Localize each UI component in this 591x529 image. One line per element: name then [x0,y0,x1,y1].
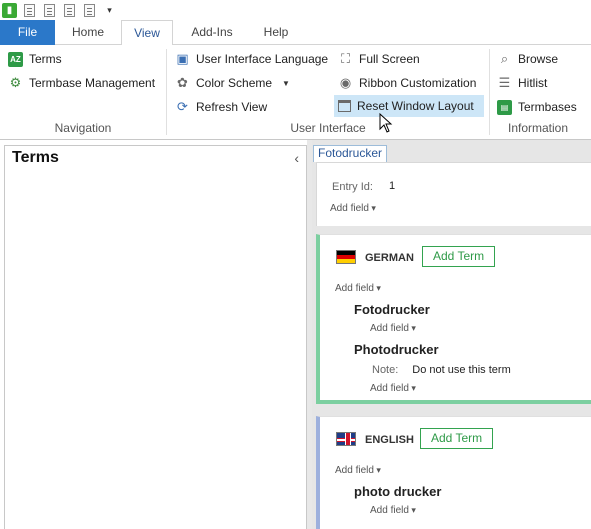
language-section-german: GERMAN Add Term Add field Fotodrucker Ad… [316,234,591,404]
customize-toolbar-dropdown-icon[interactable]: ▾ [102,3,117,18]
user-interface-group-label: User Interface [290,121,366,135]
reset-window-layout-button[interactable]: Reset Window Layout [334,95,484,117]
save-document-icon[interactable] [62,3,77,18]
add-field-dropdown[interactable]: Add field [335,283,381,294]
refresh-view-button[interactable]: ⟳ Refresh View [172,96,270,118]
entry-header: Entry Id: 1 Add field [316,162,591,226]
information-group-label: Information [507,121,569,135]
hitlist-button[interactable]: ☰ Hitlist [494,72,550,94]
terms-button-label: Terms [29,52,62,66]
add-field-dropdown[interactable]: Add field [370,383,416,394]
browse-label: Browse [518,52,559,66]
document-tab[interactable]: Fotodrucker [313,145,388,162]
add-field-dropdown[interactable]: Add field [330,203,376,214]
chevron-down-icon: ▼ [282,78,290,88]
print-document-icon[interactable] [82,3,97,18]
termbase-management-button[interactable]: ⚙ Termbase Management [5,72,158,94]
language-icon: ▣ [176,51,189,66]
palette-icon: ✿ [177,75,188,90]
reset-layout-icon [338,100,351,112]
entry-id-label: Entry Id: [332,181,373,193]
uk-flag-icon [336,432,356,446]
term-text[interactable]: Fotodrucker [354,302,430,317]
user-interface-language-label: User Interface Language [196,52,329,66]
terms-panel: Terms ‹ [4,145,307,529]
term-text[interactable]: Photodrucker [354,342,439,357]
navigation-group-label: Navigation [54,121,112,135]
tab-file[interactable]: File [0,20,55,45]
ribbon-customization-label: Ribbon Customization [359,76,477,90]
quick-access-toolbar: ▮ ▾ [0,0,591,20]
refresh-icon: ⟳ [177,99,188,114]
edit-document-icon[interactable] [42,3,57,18]
hitlist-label: Hitlist [518,76,548,90]
terms-icon: AZ [8,51,23,67]
tab-add-ins[interactable]: Add-Ins [174,20,250,45]
new-document-icon[interactable] [22,3,37,18]
tab-home[interactable]: Home [56,20,120,45]
full-screen-label: Full Screen [359,52,420,66]
user-interface-language-button[interactable]: ▣ User Interface Language [172,48,331,70]
reset-window-layout-label: Reset Window Layout [357,99,474,113]
language-name: ENGLISH [365,434,414,446]
browse-button[interactable]: ⌕ Browse [494,48,561,70]
add-term-button[interactable]: Add Term [420,428,494,449]
app-logo-icon[interactable]: ▮ [2,2,17,18]
term-note: Note: Do not use this term [372,364,511,376]
term-text[interactable]: photo drucker [354,484,441,499]
ribbon-tab-row: File Home View Add-Ins Help [0,20,591,46]
full-screen-button[interactable]: ⛶ Full Screen [335,48,423,70]
termbases-label: Termbases [518,100,577,114]
terms-button[interactable]: AZ Terms [5,48,65,70]
mouse-cursor-icon [379,113,393,133]
add-field-dropdown[interactable]: Add field [370,323,416,334]
hitlist-icon: ☰ [498,75,511,90]
color-scheme-label: Color Scheme [196,76,273,90]
collapse-panel-icon[interactable]: ‹ [294,150,299,166]
full-screen-icon: ⛶ [340,51,351,66]
add-field-dropdown[interactable]: Add field [335,465,381,476]
browse-icon: ⌕ [500,51,509,66]
language-name: GERMAN [365,252,414,264]
termbases-icon: ▤ [497,99,512,115]
language-section-english: ENGLISH Add Term Add field photo drucker… [316,416,591,529]
note-label: Note: [372,364,399,376]
termbases-button[interactable]: ▤ Termbases [494,96,580,118]
entry-id-value: 1 [389,180,396,192]
ribbon: AZ Terms ⚙ Termbase Management Navigatio… [0,45,591,140]
german-flag-icon [336,250,356,264]
termbase-management-icon: ⚙ [9,75,22,90]
termbase-management-button-label: Termbase Management [29,76,156,90]
refresh-view-label: Refresh View [196,100,268,114]
color-scheme-button[interactable]: ✿ Color Scheme ▼ [172,72,293,94]
add-term-button[interactable]: Add Term [422,246,496,267]
ribbon-customization-button[interactable]: ◉ Ribbon Customization [335,72,479,94]
tab-help[interactable]: Help [250,20,302,45]
eye-icon: ◉ [339,75,352,90]
add-field-dropdown[interactable]: Add field [370,505,416,516]
note-value: Do not use this term [412,364,511,376]
terms-panel-title: Terms [12,149,59,166]
tab-view[interactable]: View [121,20,173,46]
